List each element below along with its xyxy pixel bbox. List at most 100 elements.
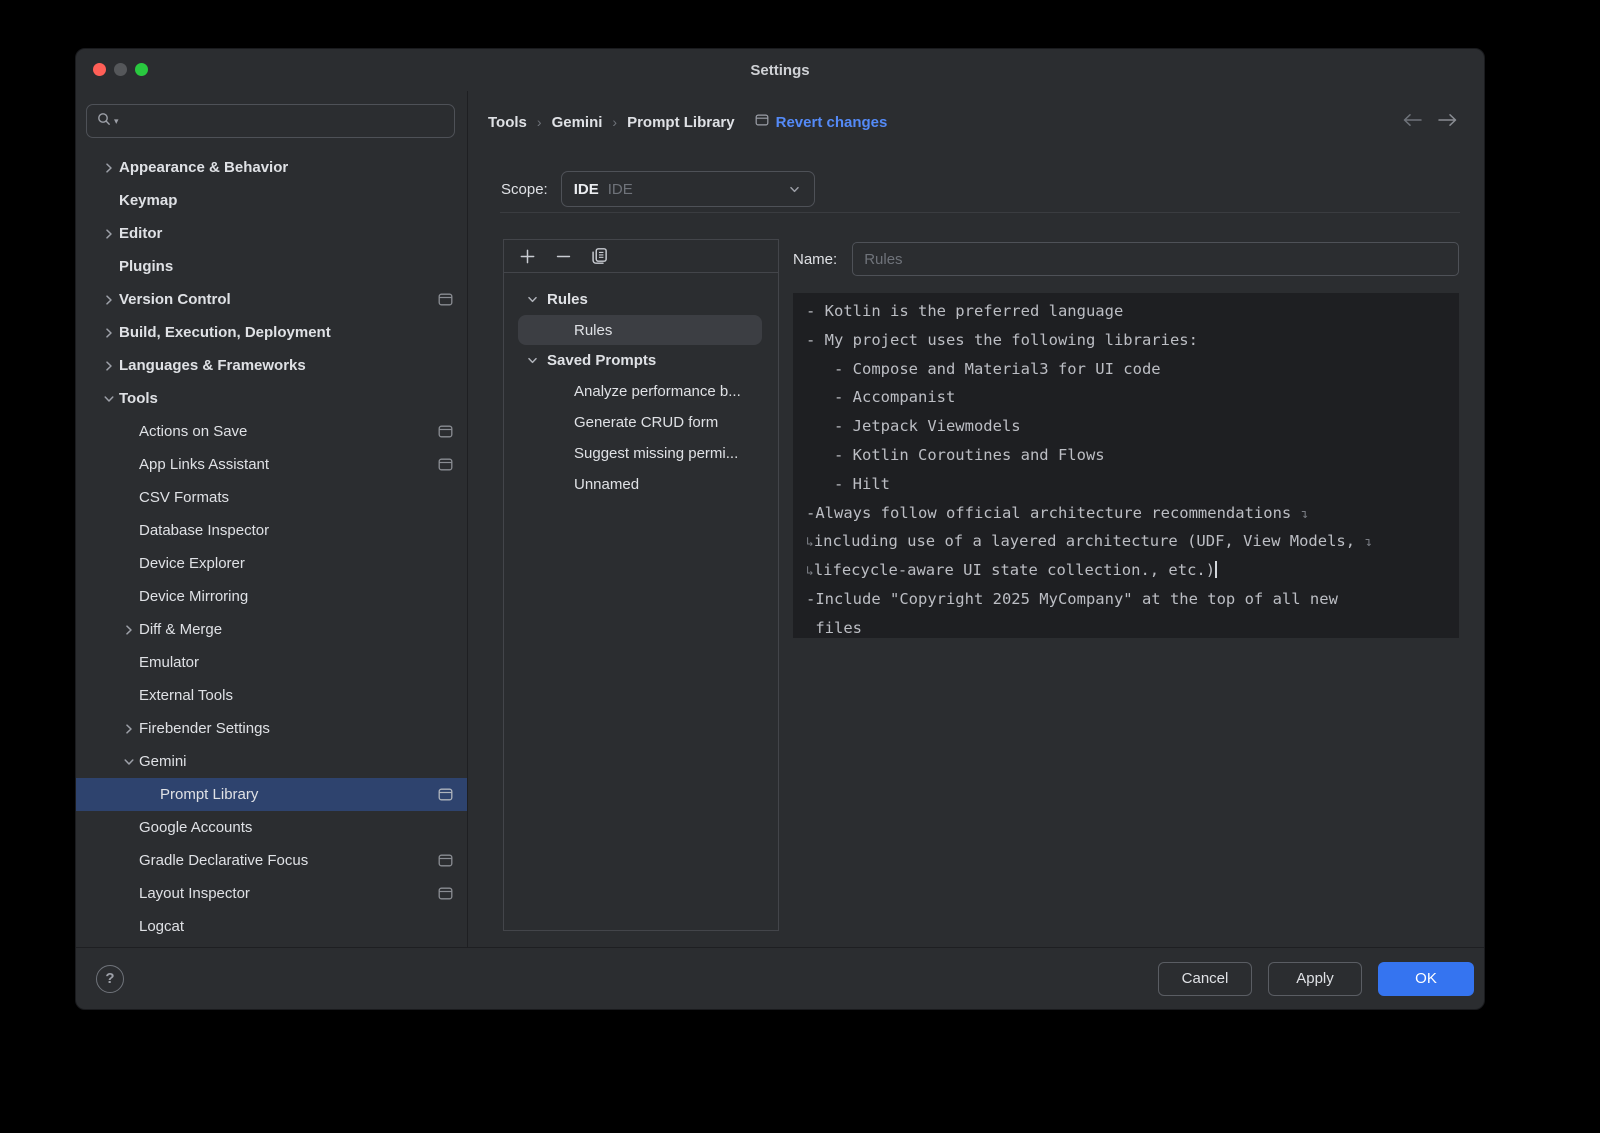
sidebar-item-actions-on-save[interactable]: Actions on Save: [76, 415, 467, 448]
softwrap-start-icon: ↳: [806, 535, 814, 550]
sidebar-item-google-accounts[interactable]: Google Accounts: [76, 811, 467, 844]
apply-button[interactable]: Apply: [1268, 962, 1362, 996]
name-label: Name:: [793, 251, 837, 268]
modified-settings-icon: [438, 887, 453, 900]
copy-prompt-button[interactable]: [587, 244, 611, 268]
prompt-item-unnamed[interactable]: Unnamed: [504, 469, 778, 500]
prompt-item-analyze-performance[interactable]: Analyze performance b...: [504, 376, 778, 407]
softwrap-start-icon: ↳: [806, 564, 814, 579]
sidebar-item-languages-frameworks[interactable]: Languages & Frameworks: [76, 349, 467, 382]
scope-tag: IDE: [574, 181, 599, 198]
dialog-footer: ? Cancel Apply OK: [76, 947, 1484, 1009]
chevron-right-icon: [101, 358, 119, 374]
ok-button[interactable]: OK: [1378, 962, 1474, 996]
chevron-down-icon: [101, 391, 119, 407]
traffic-lights: [93, 63, 148, 76]
help-button[interactable]: ?: [96, 965, 124, 993]
chevron-right-icon: [121, 721, 139, 737]
remove-prompt-button[interactable]: [551, 244, 575, 268]
back-arrow-icon[interactable]: [1401, 112, 1423, 133]
prompt-group-rules[interactable]: Rules: [504, 284, 778, 315]
sidebar-item-tools[interactable]: Tools: [76, 382, 467, 415]
chevron-right-icon: [101, 325, 119, 341]
editor-line: ↳including use of a layered architecture…: [806, 527, 1445, 556]
scope-value: IDE: [608, 181, 633, 198]
chevron-down-icon: [787, 182, 802, 197]
editor-line: -Always follow official architecture rec…: [806, 499, 1445, 528]
search-input[interactable]: [121, 113, 445, 129]
editor-line: - Hilt: [806, 470, 1445, 499]
editor-line: files: [806, 614, 1445, 638]
scope-label: Scope:: [501, 181, 548, 198]
breadcrumb: Tools › Gemini › Prompt Library Revert c…: [488, 109, 1459, 135]
add-prompt-button[interactable]: [515, 244, 539, 268]
sidebar-item-device-mirroring[interactable]: Device Mirroring: [76, 580, 467, 613]
minimize-window-button[interactable]: [114, 63, 127, 76]
breadcrumb-separator: ›: [612, 114, 617, 130]
sidebar-item-app-links-assistant[interactable]: App Links Assistant: [76, 448, 467, 481]
sidebar-item-layout-inspector[interactable]: Layout Inspector: [76, 877, 467, 910]
history-navigation: [1401, 112, 1459, 133]
chevron-right-icon: [101, 226, 119, 242]
window-title: Settings: [750, 62, 809, 79]
sidebar-item-device-explorer[interactable]: Device Explorer: [76, 547, 467, 580]
prompt-list-toolbar: [504, 240, 778, 273]
modified-settings-icon: [438, 425, 453, 438]
modified-settings-icon: [755, 113, 769, 131]
settings-content: Tools › Gemini › Prompt Library Revert c…: [468, 91, 1484, 947]
breadcrumb-tools[interactable]: Tools: [488, 114, 527, 131]
sidebar-item-appearance-behavior[interactable]: Appearance & Behavior: [76, 151, 467, 184]
prompt-item-rules[interactable]: Rules: [518, 315, 762, 345]
sidebar-item-database-inspector[interactable]: Database Inspector: [76, 514, 467, 547]
softwrap-end-icon: ↴: [1364, 535, 1372, 550]
prompt-item-suggest-missing-permissions[interactable]: Suggest missing permi...: [504, 438, 778, 469]
sidebar-item-version-control[interactable]: Version Control: [76, 283, 467, 316]
prompt-name-input[interactable]: [852, 242, 1459, 276]
prompt-name-row: Name:: [793, 239, 1459, 279]
scope-select[interactable]: IDE IDE: [561, 171, 815, 207]
sidebar-item-editor[interactable]: Editor: [76, 217, 467, 250]
chevron-down-icon: [121, 754, 139, 770]
prompt-item-generate-crud-form[interactable]: Generate CRUD form: [504, 407, 778, 438]
breadcrumb-separator: ›: [537, 114, 542, 130]
close-window-button[interactable]: [93, 63, 106, 76]
titlebar: Settings: [76, 49, 1484, 91]
modified-settings-icon: [438, 854, 453, 867]
prompt-text-editor[interactable]: - Kotlin is the preferred language - My …: [793, 293, 1459, 638]
settings-tree: Appearance & Behavior Keymap Editor Plug…: [76, 151, 467, 943]
sidebar-item-gradle-declarative-focus[interactable]: Gradle Declarative Focus: [76, 844, 467, 877]
settings-sidebar: ▾ Appearance & Behavior Keymap Editor Pl…: [76, 91, 468, 947]
search-icon: [96, 111, 112, 132]
modified-settings-icon: [438, 293, 453, 306]
breadcrumb-prompt-library: Prompt Library: [627, 114, 735, 131]
sidebar-item-csv-formats[interactable]: CSV Formats: [76, 481, 467, 514]
editor-line: - Compose and Material3 for UI code: [806, 355, 1445, 384]
prompt-list-panel: Rules Rules Saved Prompts Analyze perfor…: [503, 239, 779, 931]
sidebar-item-gemini[interactable]: Gemini: [76, 745, 467, 778]
modified-settings-icon: [438, 458, 453, 471]
sidebar-item-prompt-library[interactable]: Prompt Library: [76, 778, 467, 811]
prompt-group-saved-prompts[interactable]: Saved Prompts: [504, 345, 778, 376]
chevron-right-icon: [121, 622, 139, 638]
editor-line: - Accompanist: [806, 383, 1445, 412]
chevron-down-icon: [525, 292, 547, 307]
revert-changes-link[interactable]: Revert changes: [755, 113, 888, 131]
search-history-chevron-icon[interactable]: ▾: [114, 117, 119, 126]
editor-line: ↳lifecycle-aware UI state collection., e…: [806, 556, 1445, 585]
sidebar-item-external-tools[interactable]: External Tools: [76, 679, 467, 712]
breadcrumb-gemini[interactable]: Gemini: [552, 114, 603, 131]
chevron-right-icon: [101, 160, 119, 176]
sidebar-item-build-execution-deployment[interactable]: Build, Execution, Deployment: [76, 316, 467, 349]
editor-line: - Jetpack Viewmodels: [806, 412, 1445, 441]
forward-arrow-icon[interactable]: [1437, 112, 1459, 133]
sidebar-item-keymap[interactable]: Keymap: [76, 184, 467, 217]
zoom-window-button[interactable]: [135, 63, 148, 76]
settings-search-field[interactable]: ▾: [86, 104, 455, 138]
sidebar-item-logcat[interactable]: Logcat: [76, 910, 467, 943]
cancel-button[interactable]: Cancel: [1158, 962, 1252, 996]
sidebar-item-emulator[interactable]: Emulator: [76, 646, 467, 679]
sidebar-item-firebender-settings[interactable]: Firebender Settings: [76, 712, 467, 745]
sidebar-item-diff-merge[interactable]: Diff & Merge: [76, 613, 467, 646]
sidebar-item-plugins[interactable]: Plugins: [76, 250, 467, 283]
prompt-tree: Rules Rules Saved Prompts Analyze perfor…: [504, 273, 778, 500]
